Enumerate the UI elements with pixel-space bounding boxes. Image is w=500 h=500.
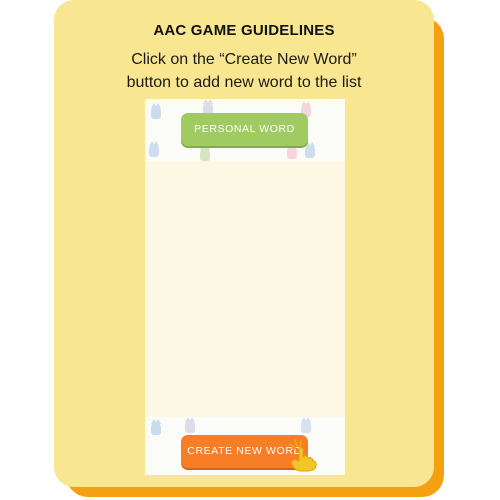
instruction-line-2: button to add new word to the list <box>126 74 362 91</box>
cat-pattern-header: PERSONAL WORD <box>145 99 345 161</box>
pointing-hand-icon <box>289 439 317 472</box>
cat-pattern-icon <box>200 145 210 161</box>
cat-pattern-icon <box>151 419 161 435</box>
cat-pattern-icon <box>151 103 161 119</box>
cat-pattern-icon <box>301 417 311 433</box>
app-screen-preview: PERSONAL WORD CREATE NEW WORD <box>145 99 345 475</box>
cat-pattern-icon <box>305 142 315 158</box>
cat-pattern-icon <box>149 141 159 157</box>
guideline-instruction: Click on the “Create New Word” button to… <box>54 48 434 94</box>
personal-word-button[interactable]: PERSONAL WORD <box>181 113 308 146</box>
instruction-line-1: Click on the “Create New Word” <box>131 51 357 68</box>
guideline-title: AAC GAME GUIDELINES <box>153 22 335 39</box>
cat-pattern-icon <box>185 417 195 433</box>
cat-pattern-icon <box>287 143 297 159</box>
